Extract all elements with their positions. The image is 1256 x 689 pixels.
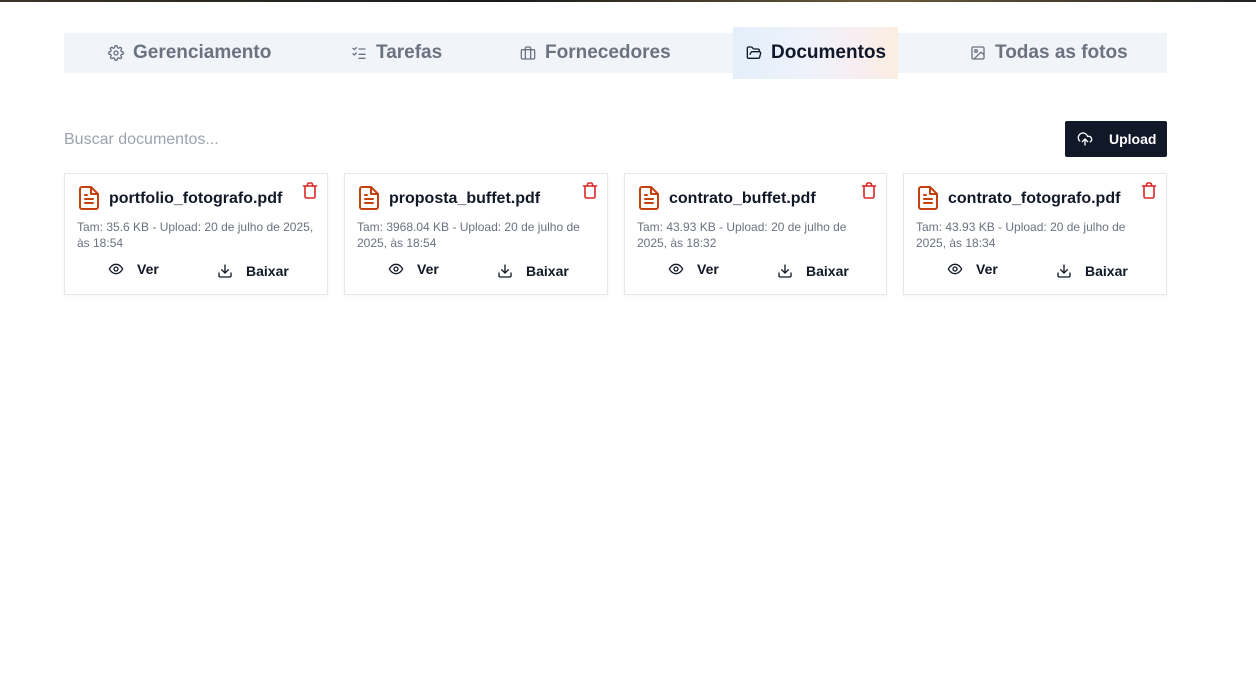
download-label: Baixar: [246, 263, 289, 279]
view-label: Ver: [137, 261, 159, 277]
image-icon: [971, 46, 985, 60]
document-meta: Tam: 43.93 KB - Upload: 20 de julho de 2…: [916, 220, 1126, 250]
tab-gerenciamento[interactable]: Gerenciamento: [108, 33, 271, 73]
trash-icon[interactable]: [302, 182, 318, 199]
view-label: Ver: [976, 261, 998, 277]
eye-icon: [947, 263, 963, 275]
document-meta: Tam: 3968.04 KB - Upload: 20 de julho de…: [357, 220, 580, 250]
tab-label: Documentos: [771, 42, 887, 63]
eye-icon: [668, 263, 684, 275]
tab-tarefas[interactable]: Tarefas: [351, 33, 442, 73]
view-label: Ver: [697, 261, 719, 277]
view-button[interactable]: Ver: [947, 259, 998, 279]
tab-fornecedores[interactable]: Fornecedores: [520, 33, 671, 73]
file-text-icon: [359, 186, 379, 210]
trash-icon[interactable]: [1141, 182, 1157, 199]
eye-icon: [388, 263, 404, 275]
download-button[interactable]: Baixar: [777, 261, 849, 281]
document-name: contrato_buffet.pdf: [669, 190, 816, 207]
checklist-icon: [352, 47, 366, 59]
download-button[interactable]: Baixar: [1056, 261, 1128, 281]
file-text-icon: [918, 186, 938, 210]
upload-button[interactable]: Upload: [1065, 121, 1167, 157]
download-button[interactable]: Baixar: [497, 261, 569, 281]
trash-icon[interactable]: [861, 182, 877, 199]
document-meta: Tam: 35.6 KB - Upload: 20 de julho de 20…: [77, 220, 314, 250]
tab-label: Tarefas: [376, 42, 443, 63]
tab-label: Fornecedores: [545, 42, 671, 63]
download-label: Baixar: [806, 263, 849, 279]
document-name: portfolio_fotografo.pdf: [109, 190, 283, 207]
download-button[interactable]: Baixar: [217, 261, 289, 281]
download-icon: [498, 264, 512, 278]
document-card: portfolio_fotografo.pdf Tam: 35.6 KB - U…: [64, 173, 328, 295]
tab-bar: Gerenciamento Tarefas Fornecedores Docum…: [64, 27, 1167, 79]
file-text-icon: [79, 186, 99, 210]
file-text-icon: [639, 186, 659, 210]
download-icon: [1057, 264, 1071, 278]
cloud-upload-icon: [1077, 132, 1093, 146]
top-border: [0, 0, 1256, 2]
tab-documentos[interactable]: Documentos: [733, 27, 899, 79]
search-input[interactable]: [64, 128, 664, 152]
tab-todas-as-fotos[interactable]: Todas as fotos: [970, 33, 1128, 73]
trash-icon[interactable]: [582, 182, 598, 199]
gear-icon: [108, 45, 124, 61]
document-name: proposta_buffet.pdf: [389, 190, 541, 207]
briefcase-icon: [520, 46, 536, 60]
document-name: contrato_fotografo.pdf: [948, 190, 1121, 207]
view-label: Ver: [417, 261, 439, 277]
view-button[interactable]: Ver: [108, 259, 159, 279]
document-meta: Tam: 43.93 KB - Upload: 20 de julho de 2…: [637, 220, 847, 250]
download-icon: [778, 264, 792, 278]
upload-label: Upload: [1109, 131, 1157, 147]
download-label: Baixar: [1085, 263, 1128, 279]
document-card: proposta_buffet.pdf Tam: 3968.04 KB - Up…: [344, 173, 608, 295]
folder-open-icon: [746, 46, 762, 59]
eye-icon: [108, 263, 124, 275]
view-button[interactable]: Ver: [668, 259, 719, 279]
download-icon: [218, 264, 232, 278]
download-label: Baixar: [526, 263, 569, 279]
document-card: contrato_fotografo.pdf Tam: 43.93 KB - U…: [903, 173, 1167, 295]
tab-label: Todas as fotos: [995, 42, 1128, 63]
view-button[interactable]: Ver: [388, 259, 439, 279]
document-card: contrato_buffet.pdf Tam: 43.93 KB - Uplo…: [624, 173, 887, 295]
tab-label: Gerenciamento: [133, 42, 272, 63]
